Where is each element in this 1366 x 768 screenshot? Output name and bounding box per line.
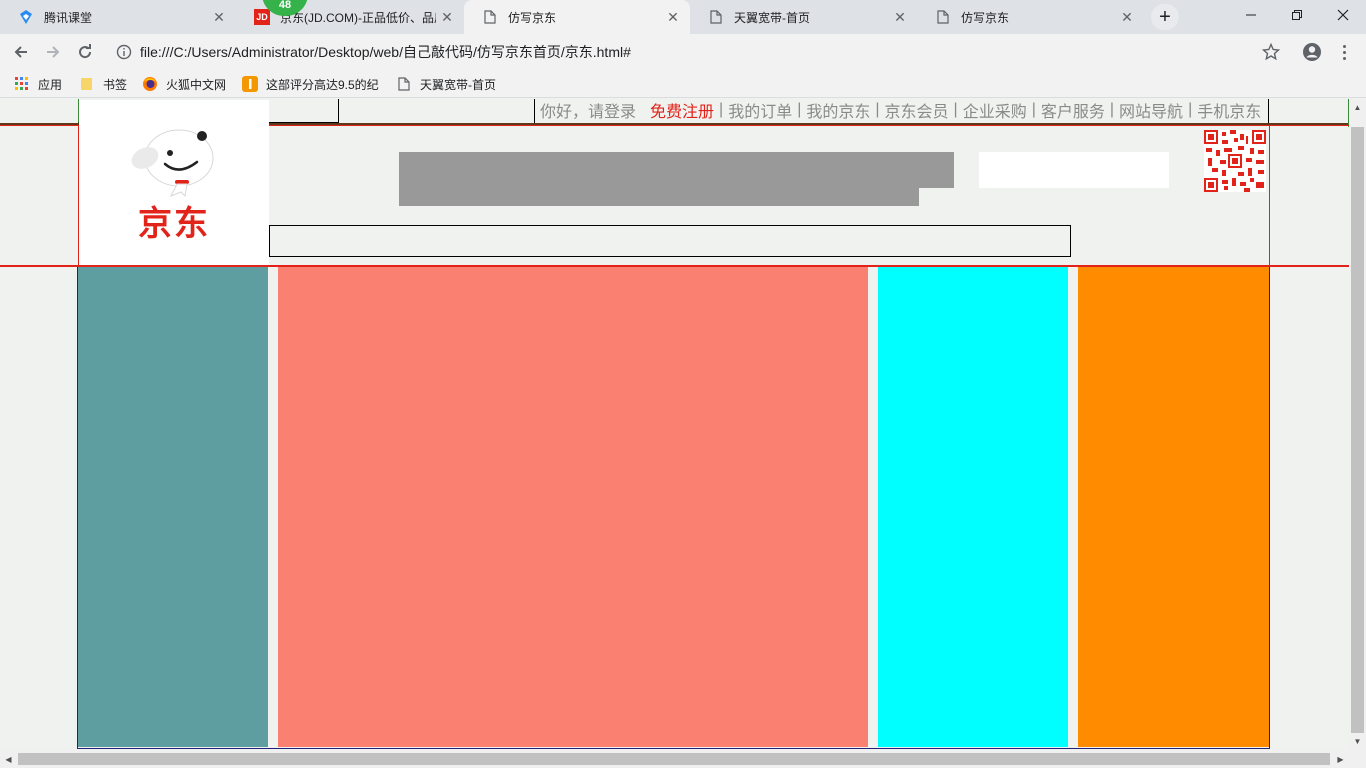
restore-button[interactable] [1274,0,1320,30]
minimize-icon [1246,14,1256,16]
mobile-jd-link[interactable]: 手机京东 [1197,99,1261,122]
bookmark-video[interactable]: 这部评分高达9.5的纪 [242,74,379,94]
scroll-right-icon[interactable]: ▶ [1332,750,1349,768]
close-icon[interactable]: ✕ [436,6,458,28]
page-icon [396,76,412,92]
jd-logo[interactable]: 京东 [79,100,269,265]
separator: | [875,101,880,118]
plus-icon: + [1159,5,1171,28]
jd-member-link[interactable]: 京东会员 [885,99,949,122]
site-nav-link[interactable]: 网站导航 [1119,99,1183,122]
forward-button[interactable] [40,39,66,65]
back-arrow-icon [14,46,27,58]
main-content [77,267,1270,749]
tab-0[interactable]: 腾讯课堂 ✕ [0,0,237,34]
forward-arrow-icon [47,46,60,58]
close-icon [1337,9,1349,21]
back-button[interactable] [8,39,34,65]
page-icon [708,9,724,25]
reload-button[interactable] [72,39,98,65]
page-icon [935,9,951,25]
qr-code-icon [1204,130,1266,192]
minimize-button[interactable] [1228,0,1274,30]
bookmark-star-icon[interactable] [1261,42,1281,64]
scrollbar-thumb[interactable] [18,753,1330,765]
kebab-menu-icon[interactable] [1336,42,1352,62]
scroll-left-icon[interactable]: ◀ [0,750,17,768]
page-icon [482,9,498,25]
enterprise-purchase-link[interactable]: 企业采购 [963,99,1027,122]
close-icon[interactable]: ✕ [662,6,684,28]
tab-strip: 腾讯课堂 ✕ JD 京东(JD.COM)-正品低价、品质保障、配送及时、轻松购物… [0,0,1366,34]
register-link[interactable]: 免费注册 [650,99,714,122]
bookmark-label: 火狐中文网 [166,77,227,92]
bookmark-folder[interactable]: 书签 [79,74,127,94]
info-icon[interactable] [108,44,140,60]
bookmark-label: 这部评分高达9.5的纪 [266,77,379,92]
tab-title: 仿写京东 [961,10,1010,25]
page-header: 京东 [0,100,1349,268]
reload-icon [79,44,92,59]
bookmark-label: 天翼宽带-首页 [420,77,496,92]
scroll-up-icon[interactable]: ▲ [1349,99,1366,116]
my-jd-link[interactable]: 我的京东 [806,99,870,122]
folder-icon [79,76,95,92]
tencent-classroom-icon [18,9,34,25]
bookmark-tianyi[interactable]: 天翼宽带-首页 [396,74,496,94]
separator: | [797,101,802,118]
tab-2[interactable]: 仿写京东 ✕ [464,0,690,34]
bookmark-label: 应用 [38,77,63,92]
tab-title: 仿写京东 [508,10,557,25]
separator: | [953,101,958,118]
right-news-column [878,267,1068,747]
url-text[interactable]: file:///C:/Users/Administrator/Desktop/w… [140,42,631,62]
shopping-cart-box[interactable] [979,152,1169,188]
tab-title: 腾讯课堂 [44,10,93,25]
customer-service-link[interactable]: 客户服务 [1041,99,1105,122]
close-icon[interactable]: ✕ [208,6,230,28]
scroll-down-icon[interactable]: ▼ [1349,733,1366,750]
search-box[interactable] [399,152,954,188]
account-icon[interactable] [1302,42,1322,65]
separator: | [719,101,724,118]
center-banner-column [278,267,868,747]
left-category-column [78,267,268,747]
browser-toolbar: file:///C:/Users/Administrator/Desktop/w… [0,34,1366,70]
separator: | [1031,101,1036,118]
login-link[interactable]: 你好，请登录 [540,99,636,122]
restore-icon [1292,10,1302,20]
bookmark-firefox[interactable]: 火狐中文网 [142,74,226,94]
close-window-button[interactable] [1320,0,1366,30]
tab-title: 天翼宽带-首页 [734,10,810,25]
main-nav-box [269,225,1071,257]
firefox-icon [142,76,158,92]
logo-text: 京东 [138,205,210,243]
separator: | [1188,101,1193,118]
separator: | [1109,101,1115,118]
close-icon[interactable]: ✕ [889,6,911,28]
bookmark-apps[interactable]: 应用 [14,74,62,94]
vertical-scrollbar[interactable]: ▲ ▼ [1349,99,1366,750]
horizontal-scrollbar[interactable]: ◀ ▶ [0,750,1366,768]
bookmarks-bar: 应用 书签 火狐中文网 这部评分高达9.5的纪 天翼宽带-首页 [0,70,1366,98]
address-bar[interactable]: file:///C:/Users/Administrator/Desktop/w… [108,38,1292,66]
tab-title: 京东(JD.COM)-正品低价、品质保障、配送及时、轻松购物！ [280,10,436,25]
tab-3[interactable]: 天翼宽带-首页 ✕ [690,0,918,34]
apps-grid-icon [14,76,30,92]
my-orders-link[interactable]: 我的订单 [728,99,792,122]
jd-icon: JD [254,9,270,25]
orange-app-icon [242,76,258,92]
shortcut-links: 你好，请登录 免费注册 | 我的订单 | 我的京东 | 京东会员 | 企业采购 … [534,99,1269,123]
new-tab-button[interactable]: + [1151,4,1179,30]
tab-4[interactable]: 仿写京东 ✕ [917,0,1144,34]
hotwords-bar [399,186,919,206]
bookmark-label: 书签 [103,77,128,92]
close-icon[interactable]: ✕ [1116,6,1138,28]
scrollbar-thumb[interactable] [1351,127,1364,733]
page-viewport: 你好，请登录 免费注册 | 我的订单 | 我的京东 | 京东会员 | 企业采购 … [0,99,1349,750]
far-right-column [1078,267,1269,747]
